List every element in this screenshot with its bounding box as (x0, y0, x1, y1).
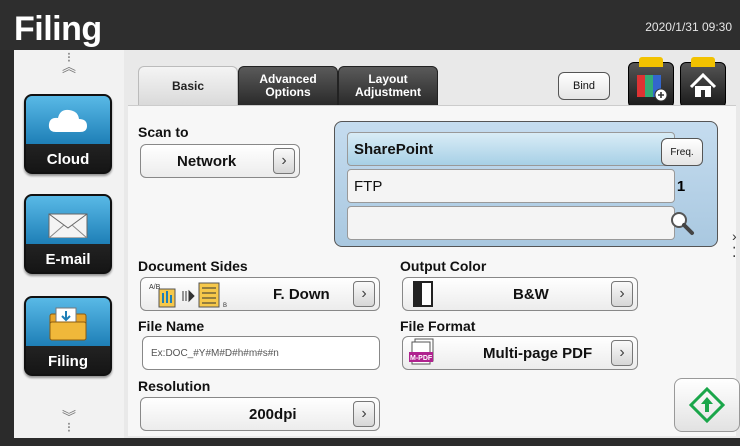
output-color-label: Output Color (400, 258, 487, 274)
file-format-dropdown[interactable]: M-PDF Multi-page PDF › (402, 336, 638, 370)
home-button[interactable] (680, 57, 726, 108)
cloud-icon (48, 109, 87, 132)
output-color-value: B&W (513, 285, 549, 303)
sidebar-item-label: Filing (48, 353, 88, 370)
datetime: 2020/1/31 09:30 (645, 20, 732, 34)
destination-list: SharePoint FTP Freq. 1 (334, 121, 718, 247)
document-sides-dropdown[interactable]: A/B B F. Down › (140, 277, 380, 311)
tab-basic[interactable]: Basic (138, 66, 238, 106)
pdf-file-icon: M-PDF (409, 338, 434, 365)
profiles-icon (637, 75, 668, 102)
profile-button[interactable] (628, 57, 674, 108)
main-area: Basic Advanced Options Layout Adjustment… (124, 50, 740, 438)
home-icon (689, 72, 717, 97)
tab-advanced-options[interactable]: Advanced Options (238, 66, 338, 106)
destination-item-ftp[interactable]: FTP (347, 169, 675, 203)
output-color-dropdown[interactable]: B&W › (402, 277, 638, 311)
title-bar: Filing 2020/1/31 09:30 (0, 0, 740, 50)
document-sides-icon: A/B B (149, 282, 227, 309)
sidebar-item-email[interactable]: E-mail (24, 194, 112, 274)
folder-icon (49, 307, 87, 341)
scan-to-dropdown[interactable]: Network › (140, 144, 300, 178)
destination-item-sharepoint[interactable]: SharePoint (347, 132, 675, 166)
document-sides-value: F. Down (273, 285, 330, 303)
next-page-chevron-icon[interactable]: › ⁚ (732, 228, 737, 261)
start-diamond-icon (688, 386, 726, 424)
sidebar-item-label: E-mail (45, 251, 91, 268)
app-title: Filing (14, 10, 102, 48)
scroll-down-icon[interactable]: ︾ ⁝ (14, 410, 124, 434)
scan-to-label: Scan to (138, 124, 189, 140)
chevron-right-icon: › (353, 281, 375, 307)
file-name-field[interactable] (142, 336, 380, 370)
search-icon[interactable] (669, 210, 695, 236)
scroll-up-icon[interactable]: ⁝ ︽ (14, 50, 124, 74)
chevron-right-icon: › (611, 281, 633, 307)
svg-text:B: B (223, 303, 227, 309)
tab-layout-adjustment[interactable]: Layout Adjustment (338, 66, 438, 106)
document-sides-label: Document Sides (138, 258, 248, 274)
settings-panel: Scan to Network › SharePoint FTP Freq. 1… (128, 105, 736, 436)
destination-item-empty[interactable] (347, 206, 675, 240)
bw-document-icon (413, 281, 433, 307)
scan-to-value: Network (177, 152, 237, 170)
sidebar-item-cloud[interactable]: Cloud (24, 94, 112, 174)
envelope-icon (48, 213, 88, 238)
resolution-label: Resolution (138, 378, 211, 394)
chevron-right-icon: › (611, 340, 633, 366)
file-format-value: Multi-page PDF (483, 344, 593, 362)
file-format-label: File Format (400, 318, 476, 334)
pdf-icon-text: M-PDF (410, 355, 433, 362)
start-scan-button[interactable] (674, 378, 740, 432)
chevron-right-icon: › (353, 401, 375, 427)
file-name-label: File Name (138, 318, 205, 334)
resolution-dropdown[interactable]: 200dpi › (140, 397, 380, 431)
resolution-value: 200dpi (249, 405, 297, 423)
sidebar-item-label: Cloud (46, 151, 90, 168)
sidebar-item-filing[interactable]: Filing (24, 296, 112, 376)
freq-button[interactable]: Freq. (661, 138, 703, 166)
bind-button[interactable]: Bind (558, 72, 610, 100)
chevron-right-icon: › (273, 148, 295, 174)
destination-count: 1 (676, 178, 686, 195)
sidebar: ⁝ ︽ Cloud E-mail Filing ︾ ⁝ (14, 50, 124, 438)
